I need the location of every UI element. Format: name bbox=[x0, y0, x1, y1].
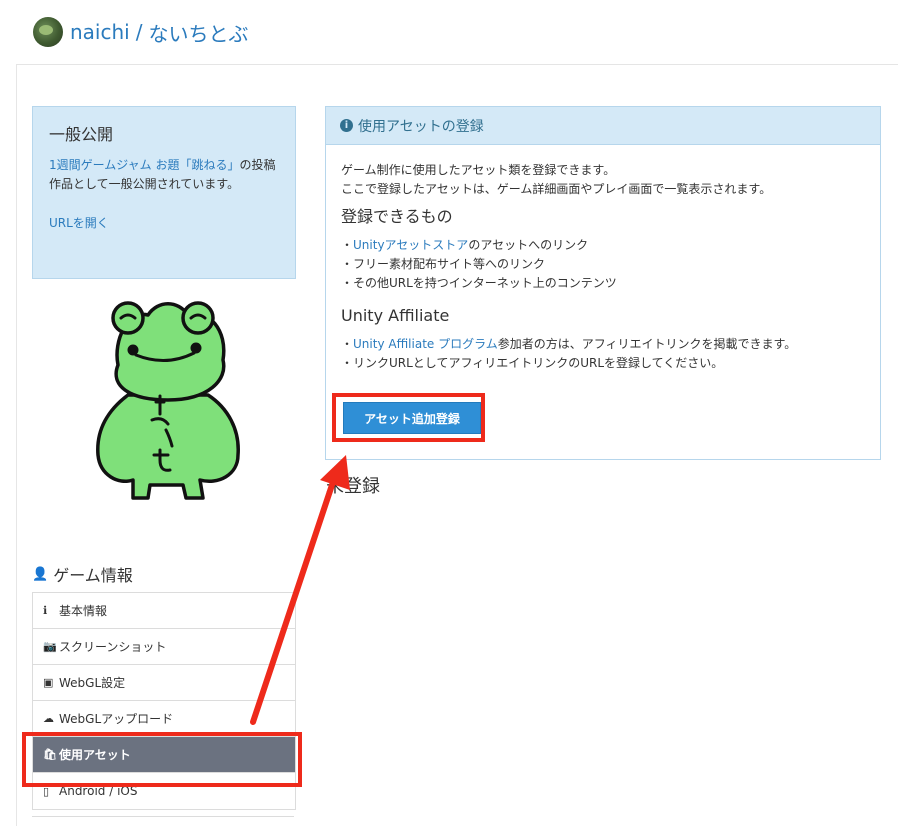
gamejam-link[interactable]: 1週間ゲームジャム お題「跳ねる」 bbox=[49, 158, 240, 172]
list-item: ・フリー素材配布サイト等へのリンク bbox=[341, 257, 546, 271]
open-url-link[interactable]: URLを開く bbox=[49, 214, 279, 231]
menu-item-webgl-settings[interactable]: ▣ WebGL設定 bbox=[33, 665, 295, 701]
menu-item-basic-info[interactable]: ℹ 基本情報 bbox=[33, 593, 295, 629]
list-item: ・その他URLを持つインターネット上のコンテンツ bbox=[341, 276, 617, 290]
header: naichi / ないちとぶ bbox=[16, 0, 898, 65]
public-info-text: 1週間ゲームジャム お題「跳ねる」の投稿作品として一般公開されています。 bbox=[49, 156, 279, 194]
breadcrumb-separator: / bbox=[135, 20, 143, 44]
menu-item-label: 基本情報 bbox=[59, 604, 108, 618]
user-avatar[interactable] bbox=[33, 17, 63, 47]
menu-item-label: スクリーンショット bbox=[59, 640, 167, 654]
list-item: ・Unity Affiliate プログラム参加者の方は、アフィリエイトリンクを… bbox=[341, 335, 865, 354]
annotation-highlight-button bbox=[332, 393, 485, 442]
game-icon-frog-image bbox=[96, 301, 240, 500]
menu-item-label: WebGL設定 bbox=[59, 676, 126, 690]
info-icon: ℹ bbox=[43, 604, 48, 617]
info-circle-icon: i bbox=[340, 119, 353, 132]
bullet: ・ bbox=[341, 238, 354, 252]
panel-body: ゲーム制作に使用したアセット類を登録できます。 ここで登録したアセットは、ゲーム… bbox=[326, 145, 880, 389]
public-info-box: 一般公開 1週間ゲームジャム お題「跳ねる」の投稿作品として一般公開されています… bbox=[32, 106, 296, 279]
html5-icon: ▣ bbox=[43, 676, 54, 689]
menu-item-label: WebGLアップロード bbox=[59, 712, 174, 726]
asset-store-link[interactable]: Unityアセットストア bbox=[353, 238, 468, 252]
game-title-link[interactable]: ないちとぶ bbox=[148, 18, 248, 47]
panel-header: i 使用アセットの登録 bbox=[326, 107, 880, 145]
menu-bottom-edge bbox=[32, 816, 294, 827]
affiliate-program-link[interactable]: Unity Affiliate プログラム bbox=[353, 337, 498, 351]
registrable-heading: 登録できるもの bbox=[341, 207, 453, 226]
cloud-upload-icon: ☁ bbox=[43, 712, 54, 725]
unregistered-label: 未登録 bbox=[326, 476, 380, 497]
user-icon: 👤 bbox=[32, 566, 49, 582]
list-item-text: 参加者の方は、アフィリエイトリンクを掲載できます。 bbox=[497, 337, 797, 351]
affiliate-heading: Unity Affiliate bbox=[341, 306, 450, 325]
list-item-text: のアセットへのリンク bbox=[468, 238, 589, 252]
brand: naichi / ないちとぶ bbox=[33, 17, 248, 47]
user-link[interactable]: naichi bbox=[70, 20, 130, 44]
intro-line-2: ここで登録したアセットは、ゲーム詳細画面やプレイ画面で一覧表示されます。 bbox=[341, 182, 772, 196]
intro-line-1: ゲーム制作に使用したアセット類を登録できます。 bbox=[341, 163, 616, 177]
menu-item-screenshots[interactable]: 📷 スクリーンショット bbox=[33, 629, 295, 665]
list-item: ・Unityアセットストアのアセットへのリンク bbox=[341, 236, 865, 255]
camera-icon: 📷 bbox=[43, 640, 57, 653]
panel-title: 使用アセットの登録 bbox=[358, 118, 484, 135]
game-info-heading: 👤 ゲーム情報 bbox=[32, 562, 133, 586]
bullet: ・ bbox=[341, 337, 354, 351]
annotation-highlight-menu bbox=[22, 732, 302, 787]
list-item: ・リンクURLとしてアフィリエイトリンクのURLを登録してください。 bbox=[341, 356, 724, 370]
game-info-title-text: ゲーム情報 bbox=[53, 566, 133, 585]
public-info-title: 一般公開 bbox=[49, 125, 114, 144]
